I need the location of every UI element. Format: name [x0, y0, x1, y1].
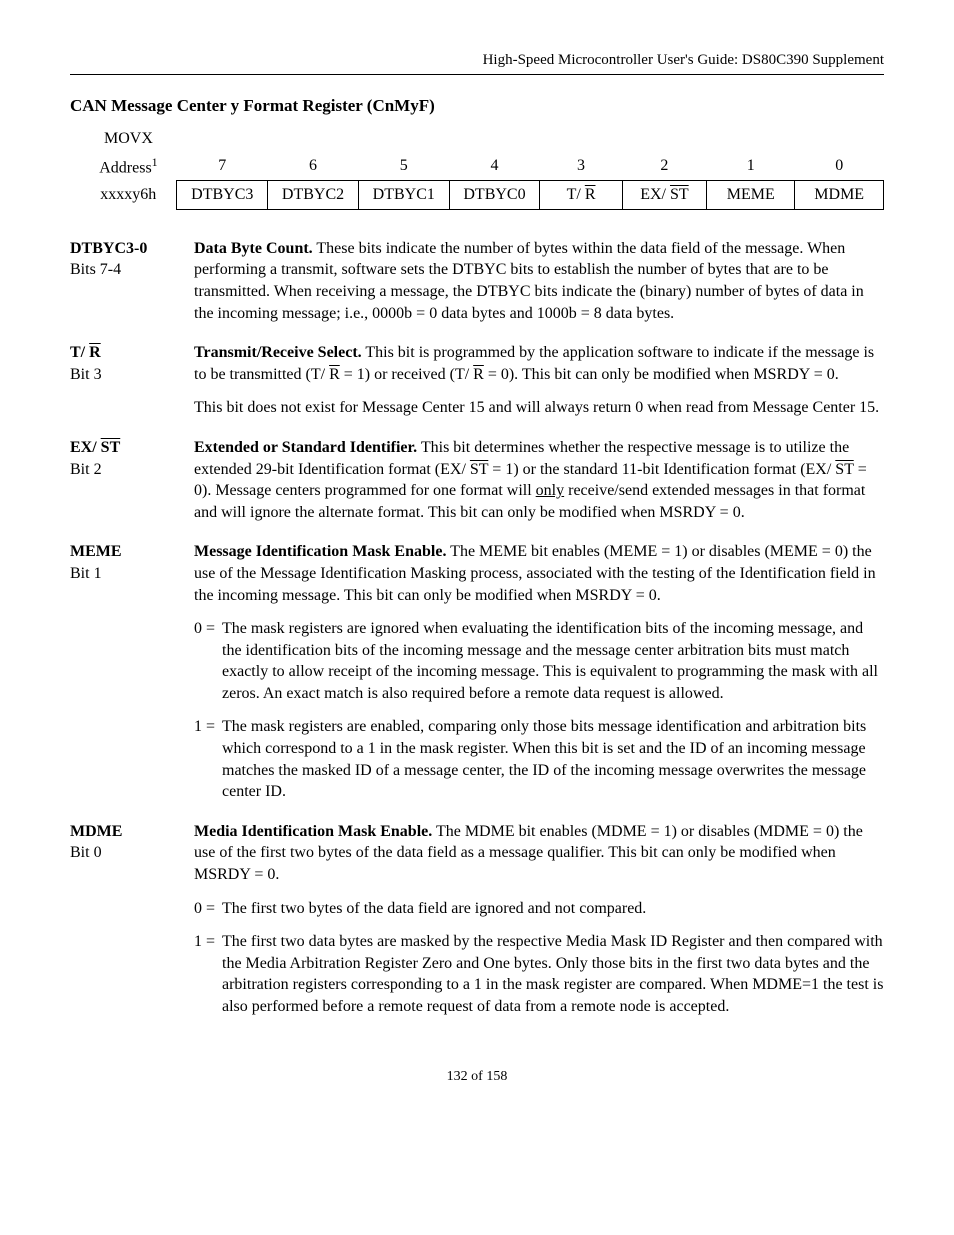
def-body: Extended or Standard Identifier. This bi…: [194, 437, 884, 523]
address-value: xxxxy6h: [80, 181, 177, 210]
page-header: High-Speed Microcontroller User's Guide:…: [70, 50, 884, 75]
bit-number: 7: [177, 152, 268, 181]
bit-number: 6: [268, 152, 359, 181]
bit-number: 2: [622, 152, 706, 181]
page-number: 132 of 158: [70, 1068, 884, 1087]
bit-field: DTBYC3: [177, 181, 268, 210]
def-body: Media Identification Mask Enable. The MD…: [194, 821, 884, 1018]
bit-field: DTBYC2: [268, 181, 359, 210]
bit-number: 4: [449, 152, 540, 181]
def-label: MDMEBit 0: [70, 821, 190, 1018]
register-bit-table: MOVX Address1 76543210 xxxxy6h DTBYC3DTB…: [80, 126, 884, 210]
def-label: T/ RBit 3: [70, 342, 190, 419]
section-title: CAN Message Center y Format Register (Cn…: [70, 95, 884, 118]
movx-label: MOVX: [80, 126, 177, 152]
bit-definitions: DTBYC3-0Bits 7-4Data Byte Count. These b…: [70, 238, 884, 1018]
def-label: EX/ STBit 2: [70, 437, 190, 523]
bit-number: 0: [795, 152, 884, 181]
address-label: Address1: [80, 152, 177, 181]
bit-field: MDME: [795, 181, 884, 210]
def-label: DTBYC3-0Bits 7-4: [70, 238, 190, 324]
bit-number: 5: [358, 152, 449, 181]
def-label: MEMEBit 1: [70, 541, 190, 803]
bit-field: EX/ ST: [622, 181, 706, 210]
bit-number: 1: [707, 152, 795, 181]
bit-number: 3: [540, 152, 622, 181]
bit-field: MEME: [707, 181, 795, 210]
def-body: Message Identification Mask Enable. The …: [194, 541, 884, 803]
bit-field: DTBYC1: [358, 181, 449, 210]
bit-field: DTBYC0: [449, 181, 540, 210]
def-body: Transmit/Receive Select. This bit is pro…: [194, 342, 884, 419]
bit-field: T/ R: [540, 181, 622, 210]
def-body: Data Byte Count. These bits indicate the…: [194, 238, 884, 324]
